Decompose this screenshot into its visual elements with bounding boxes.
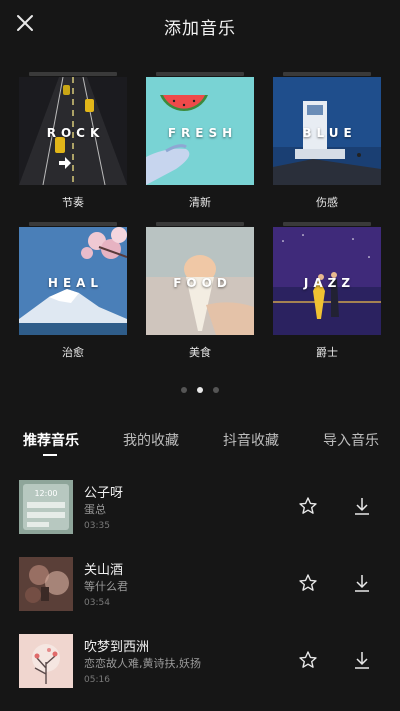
song-artist: 蛋总	[84, 503, 106, 516]
song-row[interactable]: 关山酒 等什么君 03:54	[0, 557, 400, 617]
download-icon[interactable]	[351, 495, 373, 517]
category-cover: FRESH	[146, 77, 254, 185]
tab-my-favorites[interactable]: 我的收藏	[123, 430, 179, 450]
header: 添加音乐	[0, 0, 400, 50]
stack-shadow	[283, 72, 371, 76]
cover-text: JAZZ	[303, 276, 356, 290]
tab-bar: 推荐音乐 我的收藏 抖音收藏 导入音乐	[0, 430, 400, 460]
stack-shadow	[29, 222, 117, 226]
cover-text: HEAL	[47, 276, 104, 290]
tab-douyin-favorites[interactable]: 抖音收藏	[223, 430, 279, 450]
cover-text: FRESH	[167, 126, 238, 140]
tab-recommended[interactable]: 推荐音乐	[23, 430, 79, 450]
song-title: 吹梦到西洲	[84, 640, 150, 655]
stack-shadow	[283, 222, 371, 226]
song-title: 公子呀	[84, 486, 124, 501]
category-cover: HEAL	[19, 227, 127, 335]
song-row[interactable]: 吹梦到西洲 恋恋故人难,黄诗扶,妖扬 05:16	[0, 634, 400, 694]
page-dot[interactable]	[181, 387, 187, 393]
category-label: 爵士	[316, 346, 338, 359]
category-label: 治愈	[62, 346, 84, 359]
page-indicator	[0, 378, 400, 397]
category-label: 清新	[189, 196, 211, 209]
cover-text: ROCK	[46, 126, 105, 140]
download-icon[interactable]	[351, 572, 373, 594]
download-icon[interactable]	[351, 649, 373, 671]
category-label: 美食	[189, 346, 211, 359]
song-duration: 03:35	[84, 521, 110, 531]
category-cover: JAZZ	[273, 227, 381, 335]
active-tab-indicator	[43, 454, 57, 456]
category-label: 节奏	[62, 196, 84, 209]
category-cover: ROCK	[19, 77, 127, 185]
song-row[interactable]: 12:00 公子呀 蛋总 03:35	[0, 480, 400, 540]
song-artist: 等什么君	[84, 580, 128, 593]
cover-text: BLUE	[302, 126, 357, 140]
song-cover: 12:00	[19, 480, 73, 534]
category-label: 伤感	[316, 196, 338, 209]
page-dot-active[interactable]	[197, 387, 203, 393]
page-title: 添加音乐	[164, 19, 236, 39]
song-cover	[19, 557, 73, 611]
category-cover: FOOD	[146, 227, 254, 335]
star-icon[interactable]	[298, 573, 318, 593]
cover-text: FOOD	[173, 276, 232, 290]
star-icon[interactable]	[298, 496, 318, 516]
category-cover: BLUE	[273, 77, 381, 185]
song-duration: 05:16	[84, 675, 110, 685]
thumb-clock-text: 12:00	[34, 489, 57, 498]
song-artist: 恋恋故人难,黄诗扶,妖扬	[84, 657, 201, 670]
song-cover	[19, 634, 73, 688]
stack-shadow	[29, 72, 117, 76]
tab-import-music[interactable]: 导入音乐	[323, 430, 379, 450]
page-dot[interactable]	[213, 387, 219, 393]
stack-shadow	[156, 72, 244, 76]
stack-shadow	[156, 222, 244, 226]
star-icon[interactable]	[298, 650, 318, 670]
song-duration: 03:54	[84, 598, 110, 608]
song-title: 关山酒	[84, 563, 124, 578]
